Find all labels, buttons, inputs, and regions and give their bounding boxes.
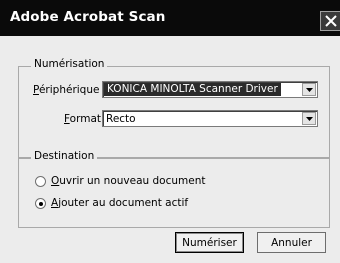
- cancel-button[interactable]: Annuler: [257, 232, 326, 253]
- radio-new-document[interactable]: [35, 176, 46, 187]
- radio-append-document-label[interactable]: Ajouter au document actif: [51, 197, 188, 209]
- scan-button[interactable]: Numériser: [175, 232, 244, 253]
- radio-append-document[interactable]: [35, 198, 46, 209]
- format-dropdown-button[interactable]: [302, 112, 316, 125]
- window-title: Adobe Acrobat Scan: [10, 9, 166, 25]
- scan-group-legend: Numérisation: [31, 58, 108, 70]
- radio-selected-dot: [39, 202, 43, 206]
- device-label-rest: ériphérique: [38, 84, 100, 96]
- format-label: Format: [64, 113, 102, 125]
- format-select-value: Recto: [106, 113, 136, 125]
- radio-append-document-label-rest: jouter au document actif: [58, 197, 189, 209]
- device-select[interactable]: KONICA MINOLTA Scanner Driver: [102, 81, 318, 98]
- device-dropdown-button[interactable]: [302, 83, 316, 96]
- destination-group-legend: Destination: [31, 150, 98, 162]
- destination-group: [18, 158, 330, 228]
- title-bar[interactable]: Adobe Acrobat Scan: [0, 0, 340, 36]
- device-label: Périphérique: [33, 84, 100, 96]
- close-button[interactable]: [320, 11, 340, 31]
- format-label-rest: ormat: [69, 113, 102, 125]
- device-select-value: KONICA MINOLTA Scanner Driver: [104, 83, 281, 96]
- format-select[interactable]: Recto: [102, 110, 318, 127]
- radio-new-document-label-rest: uvrir un nouveau document: [59, 175, 206, 187]
- scan-dialog: Adobe Acrobat Scan Numérisation Périphér…: [0, 0, 340, 263]
- radio-new-document-label[interactable]: Ouvrir un nouveau document: [51, 175, 205, 187]
